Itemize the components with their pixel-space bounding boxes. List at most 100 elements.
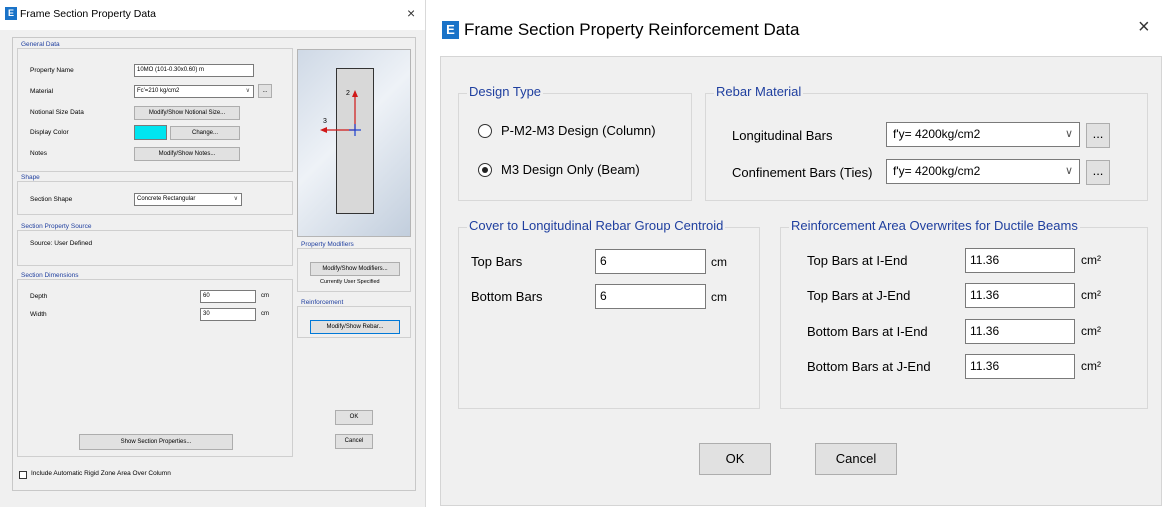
longitudinal-bars-label: Longitudinal Bars (732, 128, 833, 143)
cover-top-unit: cm (711, 255, 727, 269)
group-label-general-data: General Data (20, 41, 61, 48)
section-shape-label: Section Shape (30, 196, 73, 203)
group-label-area-overwrites: Reinforcement Area Overwrites for Ductil… (789, 218, 1080, 233)
depth-input[interactable]: 60 (200, 290, 256, 303)
section-property-source-group: Section Property Source Source: User Def… (17, 223, 293, 266)
bottom-bars-j-end-unit: cm² (1081, 359, 1101, 373)
chevron-down-icon: ∨ (1064, 165, 1073, 177)
top-bars-i-end-input[interactable]: 11.36 (965, 248, 1075, 273)
rigid-zone-checkbox-label: Include Automatic Rigid Zone Area Over C… (31, 470, 171, 477)
general-data-group: General Data Property Name 10MO (101-0.3… (17, 41, 293, 172)
top-bars-i-end-label: Top Bars at I-End (807, 253, 908, 268)
property-modifiers-group: Property Modifiers Modify/Show Modifiers… (297, 241, 411, 292)
notes-label: Notes (30, 150, 47, 157)
change-color-button[interactable]: Change... (170, 126, 240, 140)
group-label-rebar-material: Rebar Material (714, 84, 804, 99)
area-overwrites-group: Reinforcement Area Overwrites for Ductil… (780, 218, 1148, 409)
section-shape-dropdown[interactable]: Concrete Rectangular ∨ (134, 193, 242, 206)
material-label: Material (30, 88, 54, 95)
width-input[interactable]: 30 (200, 308, 256, 321)
axis-2-label: 2 (346, 90, 350, 97)
section-shape-value: Concrete Rectangular (137, 196, 196, 202)
material-value: Fc'=210 kg/cm2 (137, 88, 180, 94)
cancel-button[interactable]: Cancel (815, 443, 897, 475)
group-label-section-dimensions: Section Dimensions (20, 272, 80, 279)
cover-bottom-unit: cm (711, 290, 727, 304)
show-section-properties-button[interactable]: Show Section Properties... (79, 434, 233, 450)
display-color-swatch[interactable] (134, 125, 167, 140)
ok-button[interactable]: OK (335, 410, 373, 425)
display-color-label: Display Color (30, 129, 69, 136)
modify-notes-button[interactable]: Modify/Show Notes... (134, 147, 240, 161)
beam-design-label: M3 Design Only (Beam) (501, 162, 640, 177)
section-dimensions-group: Section Dimensions Depth 60 cm Width 30 … (17, 272, 293, 457)
local-axes-icon (320, 90, 361, 136)
top-bars-j-end-label: Top Bars at J-End (807, 288, 911, 303)
confinement-bars-label: Confinement Bars (Ties) (732, 165, 873, 180)
shape-group: Shape Section Shape Concrete Rectangular… (17, 174, 293, 215)
bottom-bars-j-end-input[interactable]: 11.36 (965, 354, 1075, 379)
close-icon[interactable]: × (407, 5, 415, 21)
axis-3-label: 3 (323, 118, 327, 125)
dialog-body: General Data Property Name 10MO (101-0.3… (12, 37, 416, 491)
frame-section-property-dialog: E Frame Section Property Data × General … (0, 0, 426, 507)
cover-top-bars-input[interactable]: 6 (595, 249, 706, 274)
depth-label: Depth (30, 293, 48, 300)
close-icon[interactable]: × (1138, 16, 1150, 39)
beam-design-radio[interactable] (478, 163, 492, 177)
longitudinal-more-button[interactable]: ... (1086, 123, 1110, 148)
reinforcement-group: Reinforcement Modify/Show Rebar... (297, 299, 411, 338)
bottom-bars-i-end-input[interactable]: 11.36 (965, 319, 1075, 344)
dialog-title: Frame Section Property Reinforcement Dat… (464, 20, 800, 39)
column-design-radio[interactable] (478, 124, 492, 138)
modifiers-status-text: Currently User Specified (320, 279, 380, 285)
design-type-group: Design Type P-M2-M3 Design (Column) M3 D… (458, 84, 692, 201)
title-bar: E Frame Section Property Data × (0, 0, 425, 30)
group-label-cover: Cover to Longitudinal Rebar Group Centro… (467, 218, 726, 233)
rebar-data-dialog: E Frame Section Property Reinforcement D… (436, 0, 1164, 507)
group-label-shape: Shape (20, 174, 41, 181)
ok-button[interactable]: OK (699, 443, 771, 475)
top-bars-j-end-input[interactable]: 11.36 (965, 283, 1075, 308)
longitudinal-bars-dropdown[interactable]: f'y= 4200kg/cm2 ∨ (886, 122, 1080, 147)
rigid-zone-checkbox[interactable] (19, 471, 27, 479)
longitudinal-bars-value: f'y= 4200kg/cm2 (893, 127, 981, 141)
modify-rebar-button[interactable]: Modify/Show Rebar... (310, 320, 400, 334)
dialog-body: Design Type P-M2-M3 Design (Column) M3 D… (440, 56, 1162, 506)
section-preview: 2 3 (297, 49, 411, 237)
depth-unit: cm (261, 293, 269, 299)
bottom-bars-i-end-label: Bottom Bars at I-End (807, 324, 928, 339)
width-unit: cm (261, 311, 269, 317)
source-text: Source: User Defined (30, 240, 93, 247)
etabs-app-icon: E (442, 21, 459, 39)
group-label-section-property-source: Section Property Source (20, 223, 93, 230)
notional-size-label: Notional Size Data (30, 109, 84, 116)
chevron-down-icon: ∨ (233, 196, 238, 202)
cancel-button[interactable]: Cancel (335, 434, 373, 449)
group-label-reinforcement: Reinforcement (300, 299, 345, 306)
etabs-app-icon: E (5, 7, 17, 20)
cover-bottom-bars-label: Bottom Bars (471, 289, 543, 304)
property-name-input[interactable]: 10MO (101-0.30x0.60) m (134, 64, 254, 77)
modify-modifiers-button[interactable]: Modify/Show Modifiers... (310, 262, 400, 276)
confinement-more-button[interactable]: ... (1086, 160, 1110, 185)
bottom-bars-i-end-unit: cm² (1081, 324, 1101, 338)
bottom-bars-j-end-label: Bottom Bars at J-End (807, 359, 931, 374)
top-bars-i-end-unit: cm² (1081, 253, 1101, 267)
property-name-label: Property Name (30, 67, 74, 74)
material-more-button[interactable]: ... (258, 84, 272, 98)
dialog-title: Frame Section Property Data (20, 8, 156, 20)
modify-notional-size-button[interactable]: Modify/Show Notional Size... (134, 106, 240, 120)
confinement-bars-value: f'y= 4200kg/cm2 (893, 164, 981, 178)
chevron-down-icon: ∨ (1064, 128, 1073, 140)
cover-top-bars-label: Top Bars (471, 254, 523, 269)
group-label-design-type: Design Type (467, 84, 544, 99)
chevron-down-icon: ∨ (245, 88, 250, 94)
confinement-bars-dropdown[interactable]: f'y= 4200kg/cm2 ∨ (886, 159, 1080, 184)
material-dropdown[interactable]: Fc'=210 kg/cm2 ∨ (134, 85, 254, 98)
cover-group: Cover to Longitudinal Rebar Group Centro… (458, 218, 760, 409)
column-design-label: P-M2-M3 Design (Column) (501, 123, 656, 138)
group-label-property-modifiers: Property Modifiers (300, 241, 355, 248)
cover-bottom-bars-input[interactable]: 6 (595, 284, 706, 309)
rebar-material-group: Rebar Material Longitudinal Bars f'y= 42… (705, 84, 1148, 201)
